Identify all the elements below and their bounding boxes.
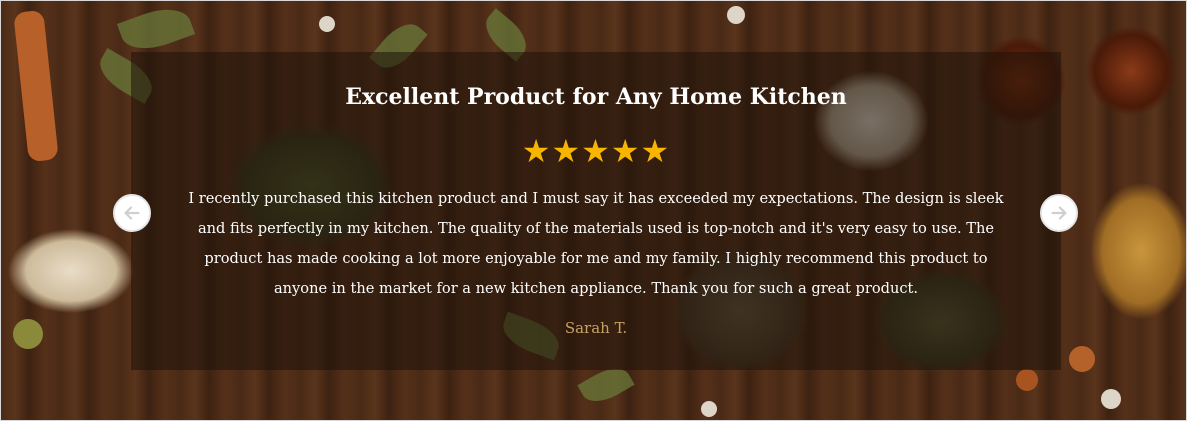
star-icon: ★ xyxy=(610,132,641,170)
next-slide-button[interactable] xyxy=(1040,194,1078,232)
previous-slide-button[interactable] xyxy=(113,194,151,232)
background-spice xyxy=(701,401,717,417)
background-spice xyxy=(319,16,335,32)
background-spice xyxy=(1069,346,1095,372)
arrow-left-icon xyxy=(124,206,140,220)
testimonial-author: Sarah T. xyxy=(564,319,628,337)
star-icon: ★ xyxy=(581,132,611,170)
star-rating: ★★★★★ xyxy=(131,133,1061,169)
background-spice xyxy=(13,319,43,349)
background-spice xyxy=(727,6,745,24)
star-icon: ★ xyxy=(640,132,671,170)
background-spice xyxy=(1101,389,1121,409)
background-spice xyxy=(1016,369,1038,391)
arrow-right-icon xyxy=(1051,206,1067,220)
testimonial-slider: Excellent Product for Any Home Kitchen ★… xyxy=(0,0,1187,421)
star-icon: ★ xyxy=(551,132,582,170)
testimonial-text: I recently purchased this kitchen produc… xyxy=(188,190,1004,297)
star-icon: ★ xyxy=(521,132,552,170)
testimonial-title: Excellent Product for Any Home Kitchen xyxy=(345,84,847,110)
background-spice xyxy=(13,9,59,163)
background-leaf xyxy=(116,1,196,58)
